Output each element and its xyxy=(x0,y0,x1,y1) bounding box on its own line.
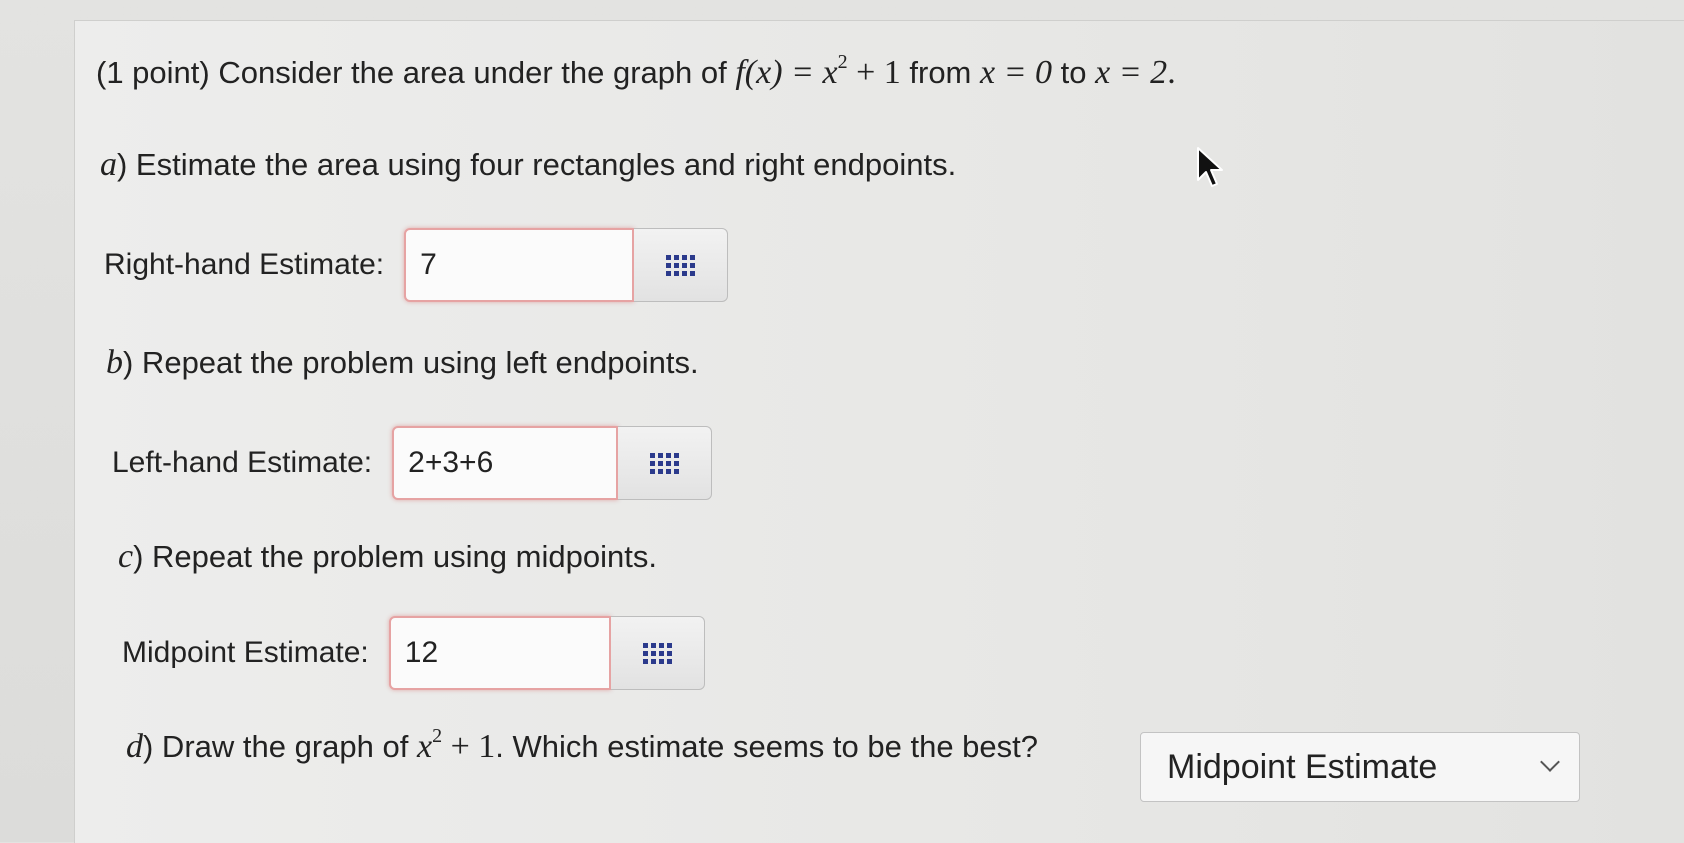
midpoint-estimate-group xyxy=(388,616,705,690)
part-d-math: x xyxy=(416,728,433,765)
keypad-grid-icon xyxy=(666,254,696,276)
part-b-text: ) Repeat the problem using left endpoint… xyxy=(123,345,699,380)
left-hand-estimate-input[interactable] xyxy=(392,426,619,500)
part-a-letter: a xyxy=(100,146,117,183)
part-c-prompt: c) Repeat the problem using midpoints. xyxy=(118,538,657,576)
mouse-cursor-icon xyxy=(1196,146,1226,195)
function-expression: f(x) = x xyxy=(735,54,838,91)
chevron-down-icon xyxy=(1540,752,1560,772)
keypad-grid-icon xyxy=(642,642,672,664)
problem-statement: (1 point) Consider the area under the gr… xyxy=(96,50,1176,92)
to-text: to xyxy=(1052,55,1096,90)
left-hand-keypad-button[interactable] xyxy=(618,426,713,500)
part-c-letter: c xyxy=(118,538,134,575)
from-text: from xyxy=(900,55,980,90)
midpoint-keypad-button[interactable] xyxy=(610,616,705,690)
function-exponent: 2 xyxy=(837,50,848,73)
part-b-prompt: b) Repeat the problem using left endpoin… xyxy=(106,344,699,382)
left-hand-estimate-group xyxy=(392,426,713,500)
function-plus-one: + 1 xyxy=(847,54,901,91)
part-a-prompt: a) Estimate the area using four rectangl… xyxy=(100,146,956,184)
part-a-text: ) Estimate the area using four rectangle… xyxy=(117,147,957,182)
part-d-exponent: 2 xyxy=(432,724,443,747)
right-hand-estimate-input[interactable] xyxy=(404,228,635,302)
midpoint-estimate-input[interactable] xyxy=(388,616,611,690)
right-hand-keypad-button[interactable] xyxy=(634,228,729,302)
best-estimate-selected-value: Midpoint Estimate xyxy=(1167,747,1438,786)
part-d-text-after: . Which estimate seems to be the best? xyxy=(495,729,1039,764)
left-hand-estimate-row: Left-hand Estimate: xyxy=(112,426,713,500)
right-hand-estimate-label: Right-hand Estimate: xyxy=(104,248,385,281)
part-c-text: ) Repeat the problem using midpoints. xyxy=(133,539,657,574)
part-d-letter: d xyxy=(126,728,143,765)
right-hand-estimate-row: Right-hand Estimate: xyxy=(104,228,729,302)
part-d-plus-one: + 1 xyxy=(442,728,496,765)
left-hand-estimate-label: Left-hand Estimate: xyxy=(112,446,373,479)
best-estimate-select[interactable]: Midpoint Estimate xyxy=(1140,732,1580,802)
part-d-prompt: d) Draw the graph of x2 + 1. Which estim… xyxy=(126,724,1039,766)
part-b-letter: b xyxy=(106,344,123,381)
problem-intro-text: (1 point) Consider the area under the gr… xyxy=(96,55,736,90)
right-hand-estimate-group xyxy=(404,228,729,302)
part-d-text-before: ) Draw the graph of xyxy=(143,729,417,764)
statement-period: . xyxy=(1167,54,1176,91)
keypad-grid-icon xyxy=(650,452,680,474)
midpoint-estimate-row: Midpoint Estimate: xyxy=(122,616,705,690)
upper-bound: x = 2 xyxy=(1095,54,1168,91)
lower-bound: x = 0 xyxy=(980,54,1053,91)
midpoint-estimate-label: Midpoint Estimate: xyxy=(122,636,369,669)
